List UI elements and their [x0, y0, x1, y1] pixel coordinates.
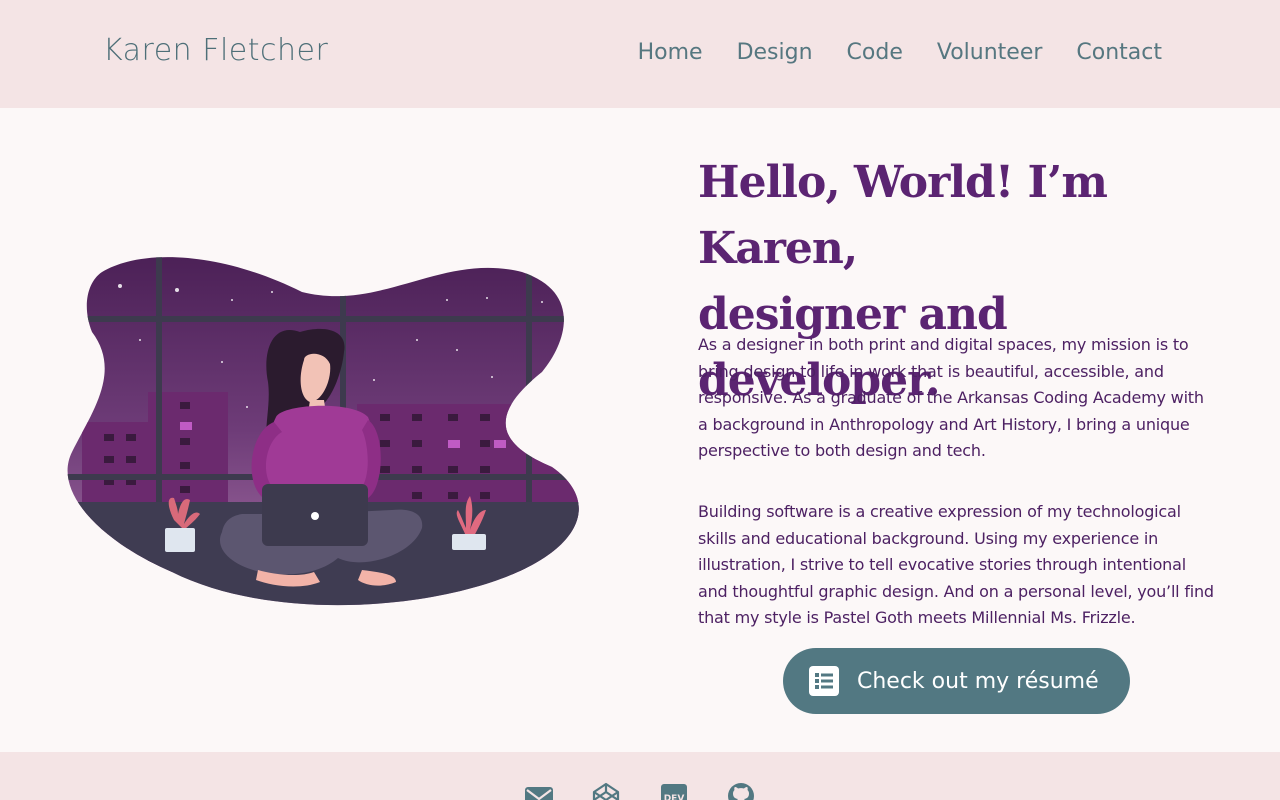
- site-header: Karen Fletcher Home Design Code Voluntee…: [0, 0, 1280, 108]
- list-icon: [809, 666, 839, 696]
- nav-code[interactable]: Code: [847, 40, 903, 65]
- email-icon: [525, 787, 553, 800]
- github-link[interactable]: [725, 780, 757, 800]
- main-nav: Home Design Code Volunteer Contact: [638, 40, 1162, 65]
- github-icon: [728, 783, 754, 800]
- headline-line-1: Hello, World! I’m Karen,: [698, 157, 1108, 274]
- intro-paragraph-1: As a designer in both print and digital …: [698, 335, 1204, 460]
- dev-icon: DEV: [661, 784, 687, 800]
- resume-button-label: Check out my résumé: [857, 668, 1099, 694]
- resume-button[interactable]: Check out my résumé: [783, 648, 1130, 714]
- dev-link[interactable]: DEV: [658, 780, 690, 800]
- codepen-icon: [592, 782, 620, 800]
- site-footer: DEV: [0, 752, 1280, 800]
- nav-home[interactable]: Home: [638, 40, 703, 65]
- email-link[interactable]: [523, 780, 555, 800]
- hero-illustration: [67, 257, 579, 606]
- hero-content: Hello, World! I’m Karen, designer and de…: [698, 150, 1228, 627]
- codepen-link[interactable]: [590, 780, 622, 800]
- brand-link[interactable]: Karen Fletcher: [103, 33, 328, 68]
- nav-design[interactable]: Design: [737, 40, 813, 65]
- nav-contact[interactable]: Contact: [1076, 40, 1162, 65]
- nav-volunteer[interactable]: Volunteer: [937, 40, 1043, 65]
- svg-text:DEV: DEV: [664, 794, 685, 800]
- intro-paragraph-2: Building software is a creative expressi…: [698, 502, 1214, 627]
